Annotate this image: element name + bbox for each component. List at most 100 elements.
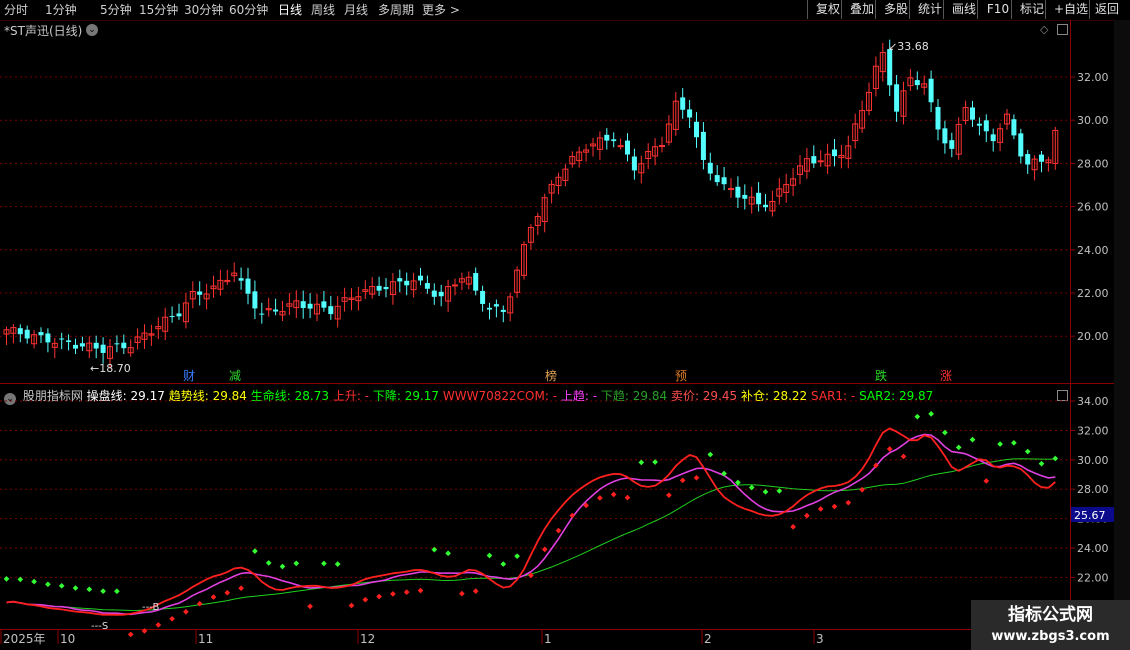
tab-period-4[interactable]: 30分钟 [184, 2, 223, 18]
candle-body [928, 78, 934, 103]
current-value: 25.67 [1074, 509, 1106, 522]
sar-dot [831, 503, 838, 510]
tab-period-0[interactable]: 分时 [4, 2, 28, 18]
tab-period-9[interactable]: 多周期 [378, 2, 414, 18]
sar-dot [472, 588, 479, 594]
x-tick-label: 2 [704, 632, 712, 646]
candle-body [424, 283, 430, 289]
right-scrollbar[interactable] [1114, 20, 1130, 650]
candle-body [121, 342, 127, 349]
sar-dot [804, 512, 810, 519]
candle-body [625, 140, 630, 155]
sar-dot [610, 491, 617, 498]
candle-body [742, 194, 748, 199]
indicator-lines [6, 427, 1056, 616]
event-marker: 财 [183, 369, 195, 383]
sar-dot [983, 478, 990, 484]
sar-dot [597, 495, 603, 501]
event-markers: 财减榜预跌涨 [183, 368, 952, 383]
sar-dot [1011, 440, 1017, 446]
candle-body [473, 273, 479, 291]
sar-dot [541, 546, 548, 553]
candle-body [321, 301, 327, 308]
sar-dot [417, 587, 424, 594]
candle-body [617, 145, 624, 148]
operation-line [6, 427, 1056, 616]
life-line [6, 458, 1056, 612]
candle-body [707, 162, 713, 174]
indicator-y-axis: 34.0032.0030.0028.0026.0024.0022.00 [1070, 395, 1109, 584]
candle-body [17, 328, 23, 335]
sar-dot [141, 628, 148, 634]
candle-body [397, 278, 403, 282]
candle-body [480, 290, 486, 304]
sar-dot [624, 494, 631, 501]
sar-dot [334, 561, 341, 567]
period-toolbar: 分时 1分钟 5分钟 15分钟 30分钟 60分钟 日线 周线 月线 多周期 更… [0, 0, 1130, 21]
candle-body [38, 332, 44, 336]
y-tick-label: 24.00 [1077, 542, 1109, 555]
tab-period-3[interactable]: 15分钟 [139, 2, 178, 18]
candle-body [721, 177, 727, 185]
event-marker: 涨 [940, 368, 952, 383]
tab-period-7[interactable]: 周线 [311, 2, 335, 18]
sar-dot [914, 413, 921, 420]
sar-dot [293, 560, 300, 567]
candle-body [307, 303, 313, 309]
candle-body [942, 128, 948, 144]
sar-dot [86, 586, 93, 593]
y-tick-label: 24.00 [1077, 244, 1109, 257]
event-marker: 预 [675, 369, 687, 383]
sar-dot [748, 484, 755, 491]
sar-dot [321, 560, 327, 567]
sar-dot [58, 583, 65, 589]
candle-body [983, 120, 989, 132]
event-marker: 减 [229, 369, 241, 383]
candle-body [1018, 133, 1024, 157]
y-tick-label: 28.00 [1077, 157, 1109, 170]
sar-dot [3, 576, 10, 582]
candle-body [176, 313, 182, 317]
kline-chart[interactable]: 32.00 30.00 28.00 26.00 24.00 22.00 20.00 34.0… [0, 20, 1114, 650]
tab-period-10[interactable]: 更多 > [422, 2, 460, 18]
sar-dot [845, 499, 852, 506]
y-tick-label: 30.00 [1077, 114, 1109, 127]
sar-dot [1038, 460, 1045, 467]
sar-dot [652, 459, 658, 465]
sar-dot [196, 600, 203, 607]
sar-dot [500, 561, 507, 567]
candle-body [93, 342, 99, 349]
sar-dot [555, 527, 562, 534]
tab-period-2[interactable]: 5分钟 [100, 2, 132, 18]
sar-dot [348, 602, 355, 609]
candle-body [694, 121, 699, 138]
tab-period-8[interactable]: 月线 [344, 2, 368, 18]
sar-dot [127, 631, 134, 638]
x-tick-label: 12 [360, 632, 375, 646]
event-marker: 榜 [545, 368, 557, 383]
sar-dot [100, 588, 106, 594]
trend-line [6, 433, 1056, 616]
candle-body [431, 290, 437, 297]
back-button[interactable]: 返回 [1089, 0, 1124, 19]
tab-period-1[interactable]: 1分钟 [45, 2, 77, 18]
candle-body [604, 134, 610, 141]
candle-body [100, 344, 106, 353]
sar-dot [666, 492, 672, 498]
sar-dot [693, 474, 700, 481]
sar-dot [679, 477, 686, 484]
candle-body [714, 175, 720, 183]
candle-body [438, 291, 444, 297]
sar-dot [638, 459, 645, 466]
candle-body [169, 316, 175, 318]
candle-body [452, 284, 458, 287]
sar-dot [817, 506, 824, 512]
y-tick-label: 32.00 [1077, 71, 1109, 84]
tab-period-5[interactable]: 60分钟 [229, 2, 268, 18]
tab-period-6[interactable]: 日线 [278, 2, 302, 18]
candle-body [756, 192, 762, 205]
sar-dot [169, 615, 175, 622]
candle-body [811, 156, 817, 164]
x-tick-label: 11 [198, 632, 213, 646]
y-tick-label: 28.00 [1077, 483, 1109, 496]
